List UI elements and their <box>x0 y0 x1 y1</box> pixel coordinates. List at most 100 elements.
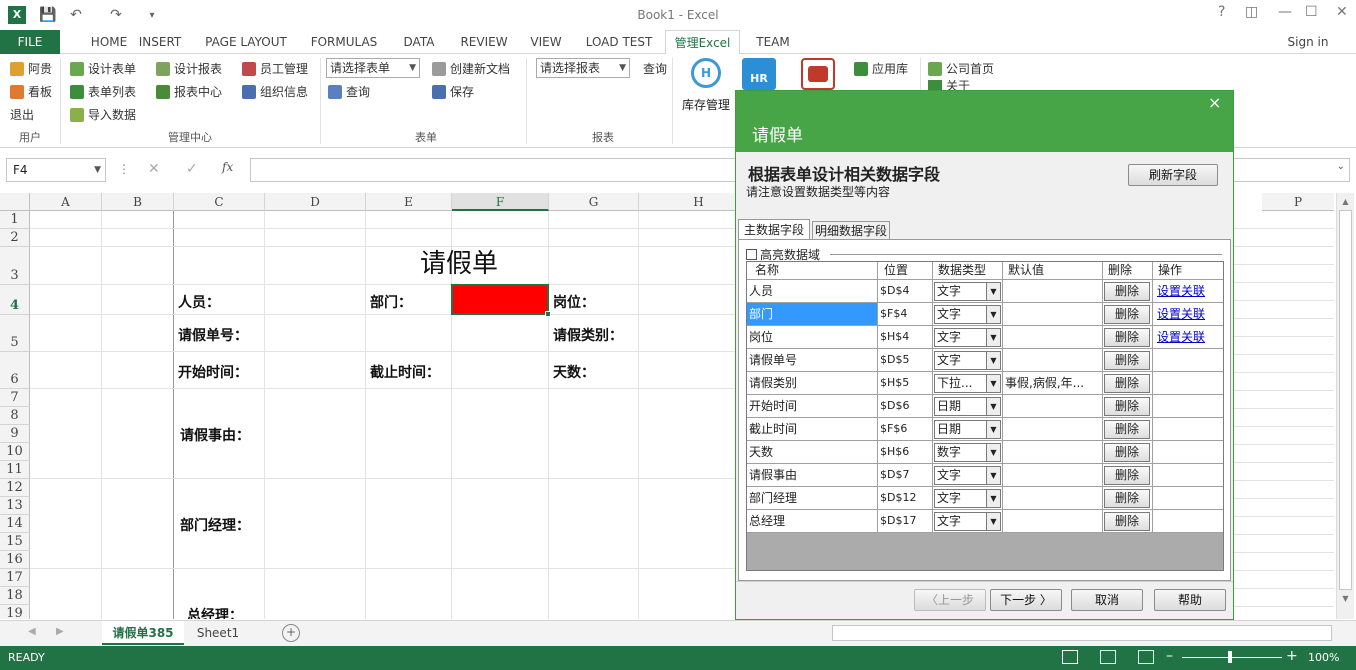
row-header[interactable]: 11 <box>0 461 30 479</box>
row-header[interactable]: 9 <box>0 425 30 443</box>
formula-options-icon[interactable]: ⋮ <box>118 162 130 176</box>
hr-button[interactable]: HR <box>742 58 776 90</box>
design-form-button[interactable]: 设计表单 <box>70 60 136 77</box>
sheet-tab[interactable]: Sheet1 <box>188 621 248 645</box>
row-header[interactable]: 8 <box>0 407 30 425</box>
table-row[interactable]: 开始时间 $D$6 日期 ▼ 删除 <box>747 395 1223 418</box>
spreadsheet-grid[interactable]: A B C D E F G H 1 2 3 4 5 6 7 8 9 10 11 … <box>0 193 736 619</box>
org-info-button[interactable]: 组织信息 <box>242 83 308 100</box>
delete-button[interactable]: 删除 <box>1104 512 1150 531</box>
help-icon[interactable]: ? <box>1218 4 1225 20</box>
tab-team[interactable]: TEAM <box>748 30 798 54</box>
row-header[interactable]: 16 <box>0 551 30 569</box>
table-row[interactable]: 岗位 $H$4 文字 ▼ 删除 设置关联 <box>747 326 1223 349</box>
design-report-button[interactable]: 设计报表 <box>156 60 222 77</box>
set-relation-link[interactable]: 设置关联 <box>1157 326 1205 348</box>
field-position[interactable]: $H$5 <box>878 372 933 394</box>
field-position[interactable]: $D$6 <box>878 395 933 417</box>
name-box[interactable]: F4 ▼ <box>6 158 106 182</box>
delete-button[interactable]: 删除 <box>1104 305 1150 324</box>
row-header[interactable]: 6 <box>0 352 30 389</box>
column-header[interactable]: A <box>30 193 102 211</box>
help-button[interactable]: 帮助 <box>1154 589 1226 611</box>
table-row[interactable]: 天数 $H$6 数字 ▼ 删除 <box>747 441 1223 464</box>
zoom-slider[interactable] <box>1182 657 1282 658</box>
field-type-select[interactable]: 文字 ▼ <box>934 328 1001 347</box>
field-default[interactable] <box>1003 418 1103 440</box>
field-position[interactable]: $D$7 <box>878 464 933 486</box>
field-type-select[interactable]: 数字 ▼ <box>934 443 1001 462</box>
zoom-out-icon[interactable]: – <box>1166 648 1173 664</box>
cancel-icon[interactable]: ✕ <box>148 161 160 177</box>
field-position[interactable]: $D$12 <box>878 487 933 509</box>
minimize-icon[interactable]: — <box>1278 4 1292 20</box>
sign-in-link[interactable]: Sign in <box>1280 30 1336 54</box>
table-row[interactable]: 部门 $F$4 文字 ▼ 删除 设置关联 <box>747 303 1223 326</box>
new-doc-button[interactable]: 创建新文档 <box>432 60 510 77</box>
ribbon-display-icon[interactable]: ◫ <box>1245 4 1258 20</box>
row-header[interactable]: 3 <box>0 247 30 285</box>
row-header[interactable]: 17 <box>0 569 30 587</box>
close-icon[interactable]: ✕ <box>1336 4 1348 20</box>
report-center-button[interactable]: 报表中心 <box>156 83 222 100</box>
delete-button[interactable]: 删除 <box>1104 374 1150 393</box>
tab-page-layout[interactable]: PAGE LAYOUT <box>200 30 292 54</box>
zoom-level[interactable]: 100% <box>1308 651 1339 664</box>
select-report-dropdown[interactable]: 请选择报表 ▼ <box>536 58 630 78</box>
column-header[interactable]: C <box>174 193 265 211</box>
row-header[interactable]: 10 <box>0 443 30 461</box>
table-row[interactable]: 请假单号 $D$5 文字 ▼ 删除 <box>747 349 1223 372</box>
field-position[interactable]: $D$5 <box>878 349 933 371</box>
field-default[interactable] <box>1003 326 1103 348</box>
column-header[interactable]: G <box>549 193 639 211</box>
prev-step-button[interactable]: 〈上一步 <box>914 589 986 611</box>
tab-insert[interactable]: INSERT <box>130 30 190 54</box>
sheet-prev-icon[interactable]: ◀ <box>28 626 36 637</box>
table-row[interactable]: 截止时间 $F$6 日期 ▼ 删除 <box>747 418 1223 441</box>
field-position[interactable]: $D$17 <box>878 510 933 532</box>
tab-data[interactable]: DATA <box>396 30 442 54</box>
chevron-down-icon[interactable]: ⌄ <box>1337 161 1345 172</box>
field-type-select[interactable]: 文字 ▼ <box>934 351 1001 370</box>
selected-cell-f4[interactable] <box>451 284 549 315</box>
field-name[interactable]: 岗位 <box>747 326 878 348</box>
sheet-tab-active[interactable]: 请假单385 <box>102 621 184 645</box>
table-row[interactable]: 部门经理 $D$12 文字 ▼ 删除 <box>747 487 1223 510</box>
field-default[interactable] <box>1003 464 1103 486</box>
report-query-button[interactable]: 查询 <box>643 60 667 77</box>
sheet-next-icon[interactable]: ▶ <box>56 626 64 637</box>
horizontal-scrollbar[interactable] <box>832 625 1332 641</box>
scroll-up-icon[interactable]: ▲ <box>1337 197 1354 206</box>
field-name[interactable]: 请假单号 <box>747 349 878 371</box>
field-position[interactable]: $D$4 <box>878 280 933 302</box>
board-button[interactable]: 看板 <box>10 83 52 100</box>
field-name[interactable]: 部门经理 <box>747 487 878 509</box>
delete-button[interactable]: 删除 <box>1104 282 1150 301</box>
column-header[interactable]: P <box>1262 193 1334 211</box>
tab-main-fields[interactable]: 主数据字段 <box>738 219 810 240</box>
about-button[interactable]: 关于 <box>928 80 970 90</box>
field-position[interactable]: $F$4 <box>878 303 933 325</box>
tab-view[interactable]: VIEW <box>526 30 566 54</box>
field-name[interactable]: 部门 <box>747 303 878 325</box>
table-row[interactable]: 总经理 $D$17 文字 ▼ 删除 <box>747 510 1223 533</box>
zoom-in-icon[interactable]: + <box>1286 648 1298 664</box>
tab-manage-excel[interactable]: 管理Excel <box>665 30 740 55</box>
inventory-button[interactable]: H 库存管理 <box>680 58 732 113</box>
set-relation-link[interactable]: 设置关联 <box>1157 280 1205 302</box>
form-query-button[interactable]: 查询 <box>328 83 370 100</box>
delete-button[interactable]: 删除 <box>1104 397 1150 416</box>
scroll-down-icon[interactable]: ▼ <box>1337 594 1354 603</box>
company-home-button[interactable]: 公司首页 <box>928 60 994 77</box>
field-default[interactable] <box>1003 487 1103 509</box>
column-header[interactable]: E <box>366 193 452 211</box>
set-relation-link[interactable]: 设置关联 <box>1157 303 1205 325</box>
row-header[interactable]: 18 <box>0 587 30 605</box>
select-all-corner[interactable] <box>0 193 30 211</box>
field-type-select[interactable]: 文字 ▼ <box>934 466 1001 485</box>
field-position[interactable]: $F$6 <box>878 418 933 440</box>
normal-view-icon[interactable] <box>1062 650 1078 664</box>
vertical-scrollbar[interactable]: ▲ ▼ <box>1336 193 1354 619</box>
delete-button[interactable]: 删除 <box>1104 420 1150 439</box>
save-button[interactable]: 保存 <box>432 83 474 100</box>
